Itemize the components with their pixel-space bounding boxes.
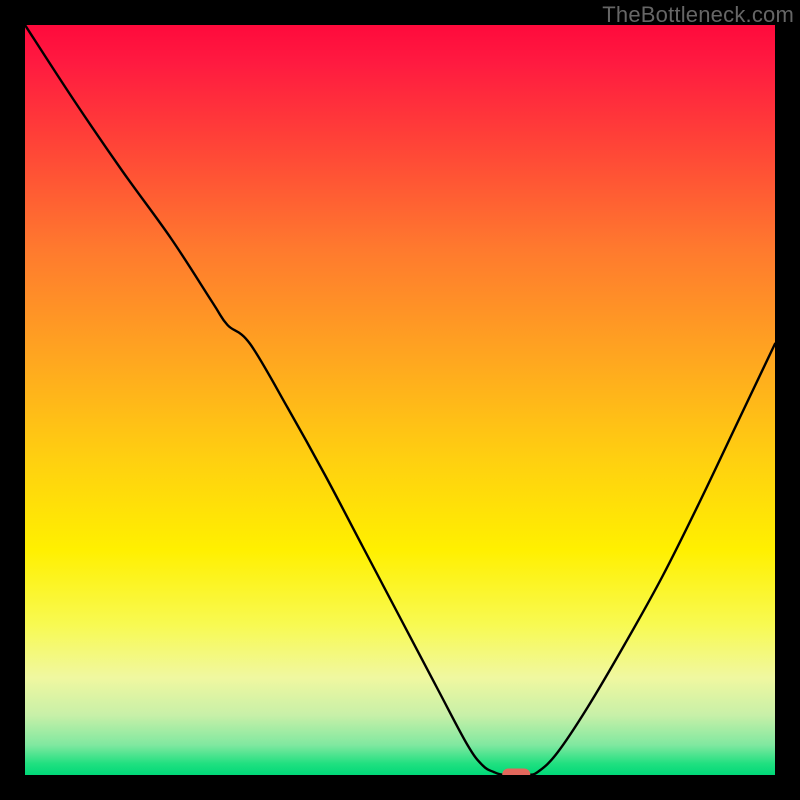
curve-layer xyxy=(25,25,775,775)
bottleneck-curve xyxy=(25,25,775,775)
chart-frame: TheBottleneck.com xyxy=(0,0,800,800)
optimal-marker xyxy=(502,769,530,776)
plot-area xyxy=(25,25,775,775)
